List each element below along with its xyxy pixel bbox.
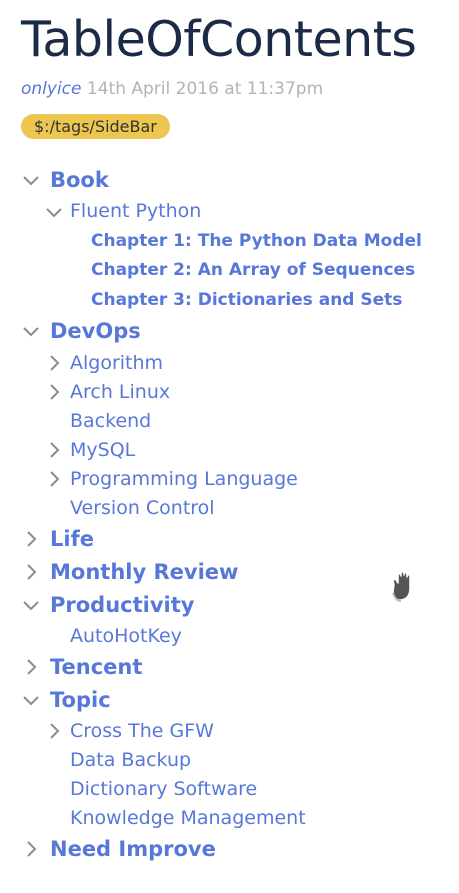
toc-item-mysql[interactable]: MySQL <box>70 438 135 462</box>
chevron-right-icon[interactable] <box>45 722 63 740</box>
chevron-down-icon[interactable] <box>22 691 40 709</box>
chevron-down-icon[interactable] <box>22 596 40 614</box>
toc-item-chapter-1[interactable]: Chapter 1: The Python Data Model <box>91 230 422 252</box>
toc-item-label[interactable]: Data Backup <box>70 749 191 771</box>
toc-item-chapter-2[interactable]: Chapter 2: An Array of Sequences <box>91 259 415 281</box>
toc-item-dictionary-software[interactable]: Dictionary Software <box>70 777 257 801</box>
toc-item-productivity[interactable]: Productivity <box>50 592 194 618</box>
toc-item-label[interactable]: Topic <box>50 688 111 712</box>
toc-item-label[interactable]: Fluent Python <box>70 200 201 222</box>
chevron-right-icon[interactable] <box>22 530 40 548</box>
toc-item-autohotkey[interactable]: AutoHotKey <box>70 624 182 648</box>
chevron-right-icon[interactable] <box>22 563 40 581</box>
chevron-down-icon[interactable] <box>22 322 40 340</box>
toc-item-monthly-review[interactable]: Monthly Review <box>50 559 238 585</box>
toc-item-label[interactable]: Cross The GFW <box>70 720 214 742</box>
chevron-right-icon[interactable] <box>22 658 40 676</box>
toc-item-algorithm[interactable]: Algorithm <box>70 351 163 375</box>
toc-item-version-control[interactable]: Version Control <box>70 496 215 520</box>
toc-item-need-improve[interactable]: Need Improve <box>50 836 216 862</box>
chevron-right-icon[interactable] <box>22 840 40 858</box>
page-title: TableOfContents <box>21 11 417 68</box>
toc-item-life[interactable]: Life <box>50 526 94 552</box>
author-link[interactable]: onlyice <box>21 79 82 99</box>
toc-item-label[interactable]: Knowledge Management <box>70 807 306 829</box>
toc-item-topic[interactable]: Topic <box>50 687 111 713</box>
toc-item-label[interactable]: Need Improve <box>50 837 216 861</box>
chevron-right-icon[interactable] <box>45 383 63 401</box>
toc-item-label[interactable]: Algorithm <box>70 352 163 374</box>
toc-item-label[interactable]: Chapter 2: An Array of Sequences <box>91 260 415 280</box>
toc-item-arch-linux[interactable]: Arch Linux <box>70 380 170 404</box>
toc-item-label[interactable]: Book <box>50 168 109 192</box>
toc-item-label[interactable]: DevOps <box>50 319 141 343</box>
toc-item-label[interactable]: Backend <box>70 410 151 432</box>
toc-item-label[interactable]: AutoHotKey <box>70 625 182 647</box>
chevron-down-icon[interactable] <box>45 203 63 221</box>
tiddler-meta: onlyice 14th April 2016 at 11:37pm <box>21 78 323 100</box>
toc-item-label[interactable]: Chapter 1: The Python Data Model <box>91 231 422 251</box>
toc-item-label[interactable]: Dictionary Software <box>70 778 257 800</box>
toc-item-programming-language[interactable]: Programming Language <box>70 467 298 491</box>
toc-item-knowledge-management[interactable]: Knowledge Management <box>70 806 306 830</box>
toc-item-chapter-3[interactable]: Chapter 3: Dictionaries and Sets <box>91 289 402 311</box>
toc-item-tencent[interactable]: Tencent <box>50 654 142 680</box>
toc-item-fluent-python[interactable]: Fluent Python <box>70 199 201 223</box>
toc-item-label[interactable]: Version Control <box>70 497 215 519</box>
toc-item-label[interactable]: MySQL <box>70 439 135 461</box>
toc-item-label[interactable]: Life <box>50 527 94 551</box>
grab-hand-cursor-icon <box>386 568 426 604</box>
toc-item-data-backup[interactable]: Data Backup <box>70 748 191 772</box>
modified-date: 14th April 2016 at 11:37pm <box>86 79 324 99</box>
toc-item-label[interactable]: Programming Language <box>70 468 298 490</box>
toc-item-backend[interactable]: Backend <box>70 409 151 433</box>
toc-item-label[interactable]: Arch Linux <box>70 381 170 403</box>
chevron-right-icon[interactable] <box>45 354 63 372</box>
toc-item-label[interactable]: Chapter 3: Dictionaries and Sets <box>91 290 402 310</box>
tag-pill[interactable]: $:/tags/SideBar <box>21 114 170 139</box>
chevron-right-icon[interactable] <box>45 470 63 488</box>
toc-item-devops[interactable]: DevOps <box>50 318 141 344</box>
chevron-down-icon[interactable] <box>22 171 40 189</box>
toc-item-label[interactable]: Productivity <box>50 593 194 617</box>
toc-item-label[interactable]: Tencent <box>50 655 142 679</box>
toc-item-book[interactable]: Book <box>50 167 109 193</box>
toc-item-cross-the-gfw[interactable]: Cross The GFW <box>70 719 214 743</box>
chevron-right-icon[interactable] <box>45 441 63 459</box>
toc-item-label[interactable]: Monthly Review <box>50 560 238 584</box>
